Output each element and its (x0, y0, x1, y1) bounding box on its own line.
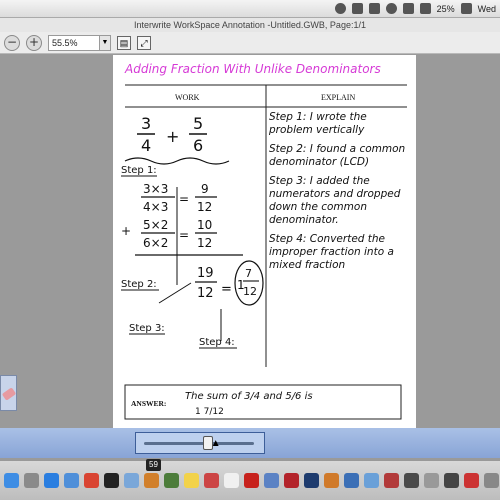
chevron-down-icon[interactable]: ▼ (99, 34, 111, 51)
explain-step2: Step 2: I found a common denominator (LC… (269, 143, 406, 168)
status-icon[interactable] (385, 3, 397, 14)
equals-sign: = (221, 282, 232, 297)
status-icon[interactable] (368, 3, 380, 14)
sum-num: 19 (197, 266, 214, 281)
preview-icon[interactable] (124, 473, 139, 488)
clock-day[interactable]: Wed (478, 4, 496, 14)
explain-step1: Step 1: I wrote the problem vertically (269, 111, 367, 136)
problem-op: + (166, 127, 179, 146)
explain-foreign: Step 1: I wrote the problem vertically S… (269, 111, 406, 271)
wifi-icon[interactable] (402, 3, 414, 14)
photoshop-icon[interactable] (304, 473, 319, 488)
problem-b-num: 5 (193, 114, 203, 133)
app-icon[interactable] (344, 473, 359, 488)
col-work-header: WORK (175, 93, 200, 102)
slider-track[interactable] (144, 442, 254, 445)
worksheet-title: Adding Fraction With Unlike Denominators (124, 62, 381, 76)
menu-bar: 25% Wed (0, 0, 500, 18)
app-status-icon[interactable] (334, 3, 346, 14)
eraser-icon (1, 387, 17, 401)
quicktime-icon[interactable] (104, 473, 119, 488)
app-icon[interactable] (404, 473, 419, 488)
line2-num: 5×2 (143, 218, 168, 232)
explain-step4: Step 4: Converted the improper fraction … (269, 233, 394, 271)
divider-squiggle (124, 157, 230, 165)
dock-tooltip: 59 (146, 459, 161, 471)
launchpad-icon[interactable] (24, 473, 39, 488)
battery-icon[interactable] (460, 3, 472, 14)
sum-den: 12 (197, 286, 214, 301)
line1-den: 4×3 (143, 200, 168, 214)
app-icon[interactable] (204, 473, 219, 488)
arrow-line (158, 282, 192, 304)
notes-icon[interactable] (184, 473, 199, 488)
problem-a-num: 3 (141, 114, 151, 133)
app-icon[interactable] (424, 473, 439, 488)
app-icon[interactable] (444, 473, 459, 488)
timeline-slider[interactable]: ▲ (135, 432, 265, 454)
dock (0, 460, 500, 500)
chrome-icon[interactable] (84, 473, 99, 488)
acrobat-icon[interactable] (244, 473, 259, 488)
worksheet-svg: Adding Fraction With Unlike Denominators… (121, 62, 407, 420)
app-icon[interactable] (484, 473, 499, 488)
problem-b-den: 6 (193, 136, 203, 155)
app-icon[interactable] (464, 473, 479, 488)
answer-value: 1 7/12 (195, 407, 224, 417)
window-title: Interwrite WorkSpace Annotation -Untitle… (0, 18, 500, 32)
canvas-area[interactable]: Adding Fraction With Unlike Denominators… (0, 55, 500, 428)
flash-icon[interactable] (284, 473, 299, 488)
volume-icon[interactable] (419, 3, 431, 14)
plus-sign: + (121, 224, 131, 238)
step1-group: Step 1: 3×3 4×3 = 9 12 + 5×2 6×2 = 10 12 (121, 165, 243, 285)
explain-step3: Step 3: I added the numerators and dropp… (269, 175, 401, 226)
save-icon[interactable]: ▤ (117, 35, 131, 50)
fullscreen-icon[interactable]: ⤢ (137, 35, 151, 50)
answer-text: The sum of 3/4 and 5/6 is (185, 391, 313, 402)
status-icon[interactable] (351, 3, 363, 14)
problem-group: 3 4 + 5 6 (124, 114, 230, 165)
app-icon[interactable] (324, 473, 339, 488)
step2-label: Step 2: (121, 279, 157, 290)
zoom-out-button[interactable]: − (4, 34, 20, 51)
app-icon[interactable] (164, 473, 179, 488)
equals-sign: = (179, 192, 189, 206)
calendar-icon[interactable] (224, 473, 239, 488)
worksheet-page[interactable]: Adding Fraction With Unlike Denominators… (113, 55, 416, 428)
app-icon[interactable] (264, 473, 279, 488)
line2-rden: 12 (197, 236, 212, 250)
toolbar: − + 55.5% ▼ ▤ ⤢ (0, 32, 500, 54)
line1-rnum: 9 (201, 182, 209, 196)
line2-den: 6×2 (143, 236, 168, 250)
zoom-select[interactable]: 55.5% (48, 34, 100, 51)
answer-label: ANSWER: (131, 399, 166, 408)
step4-label: Step 4: (199, 337, 235, 348)
safari-icon[interactable] (44, 473, 59, 488)
line2-rnum: 10 (197, 218, 212, 232)
app-icon[interactable] (364, 473, 379, 488)
col-explain-header: EXPLAIN (321, 93, 355, 102)
explain-group: Step 1: I wrote the problem vertically S… (269, 111, 406, 271)
mixed-den: 12 (243, 285, 257, 298)
eraser-tool-button[interactable] (0, 375, 17, 411)
battery-percent[interactable]: 25% (437, 4, 455, 14)
line1-rden: 12 (197, 200, 212, 214)
finder-icon[interactable] (4, 473, 19, 488)
zoom-in-button[interactable]: + (26, 34, 42, 51)
app-icon[interactable] (384, 473, 399, 488)
line1-num: 3×3 (143, 182, 168, 196)
step1-label: Step 1: (121, 165, 157, 176)
step3-label: Step 3: (129, 323, 165, 334)
equals-sign: = (179, 228, 189, 242)
mixed-num: 7 (245, 267, 252, 280)
problem-a-den: 4 (141, 136, 151, 155)
app-icon[interactable] (144, 473, 159, 488)
mouse-pointer-icon: ▲ (210, 438, 221, 449)
mail-icon[interactable] (64, 473, 79, 488)
